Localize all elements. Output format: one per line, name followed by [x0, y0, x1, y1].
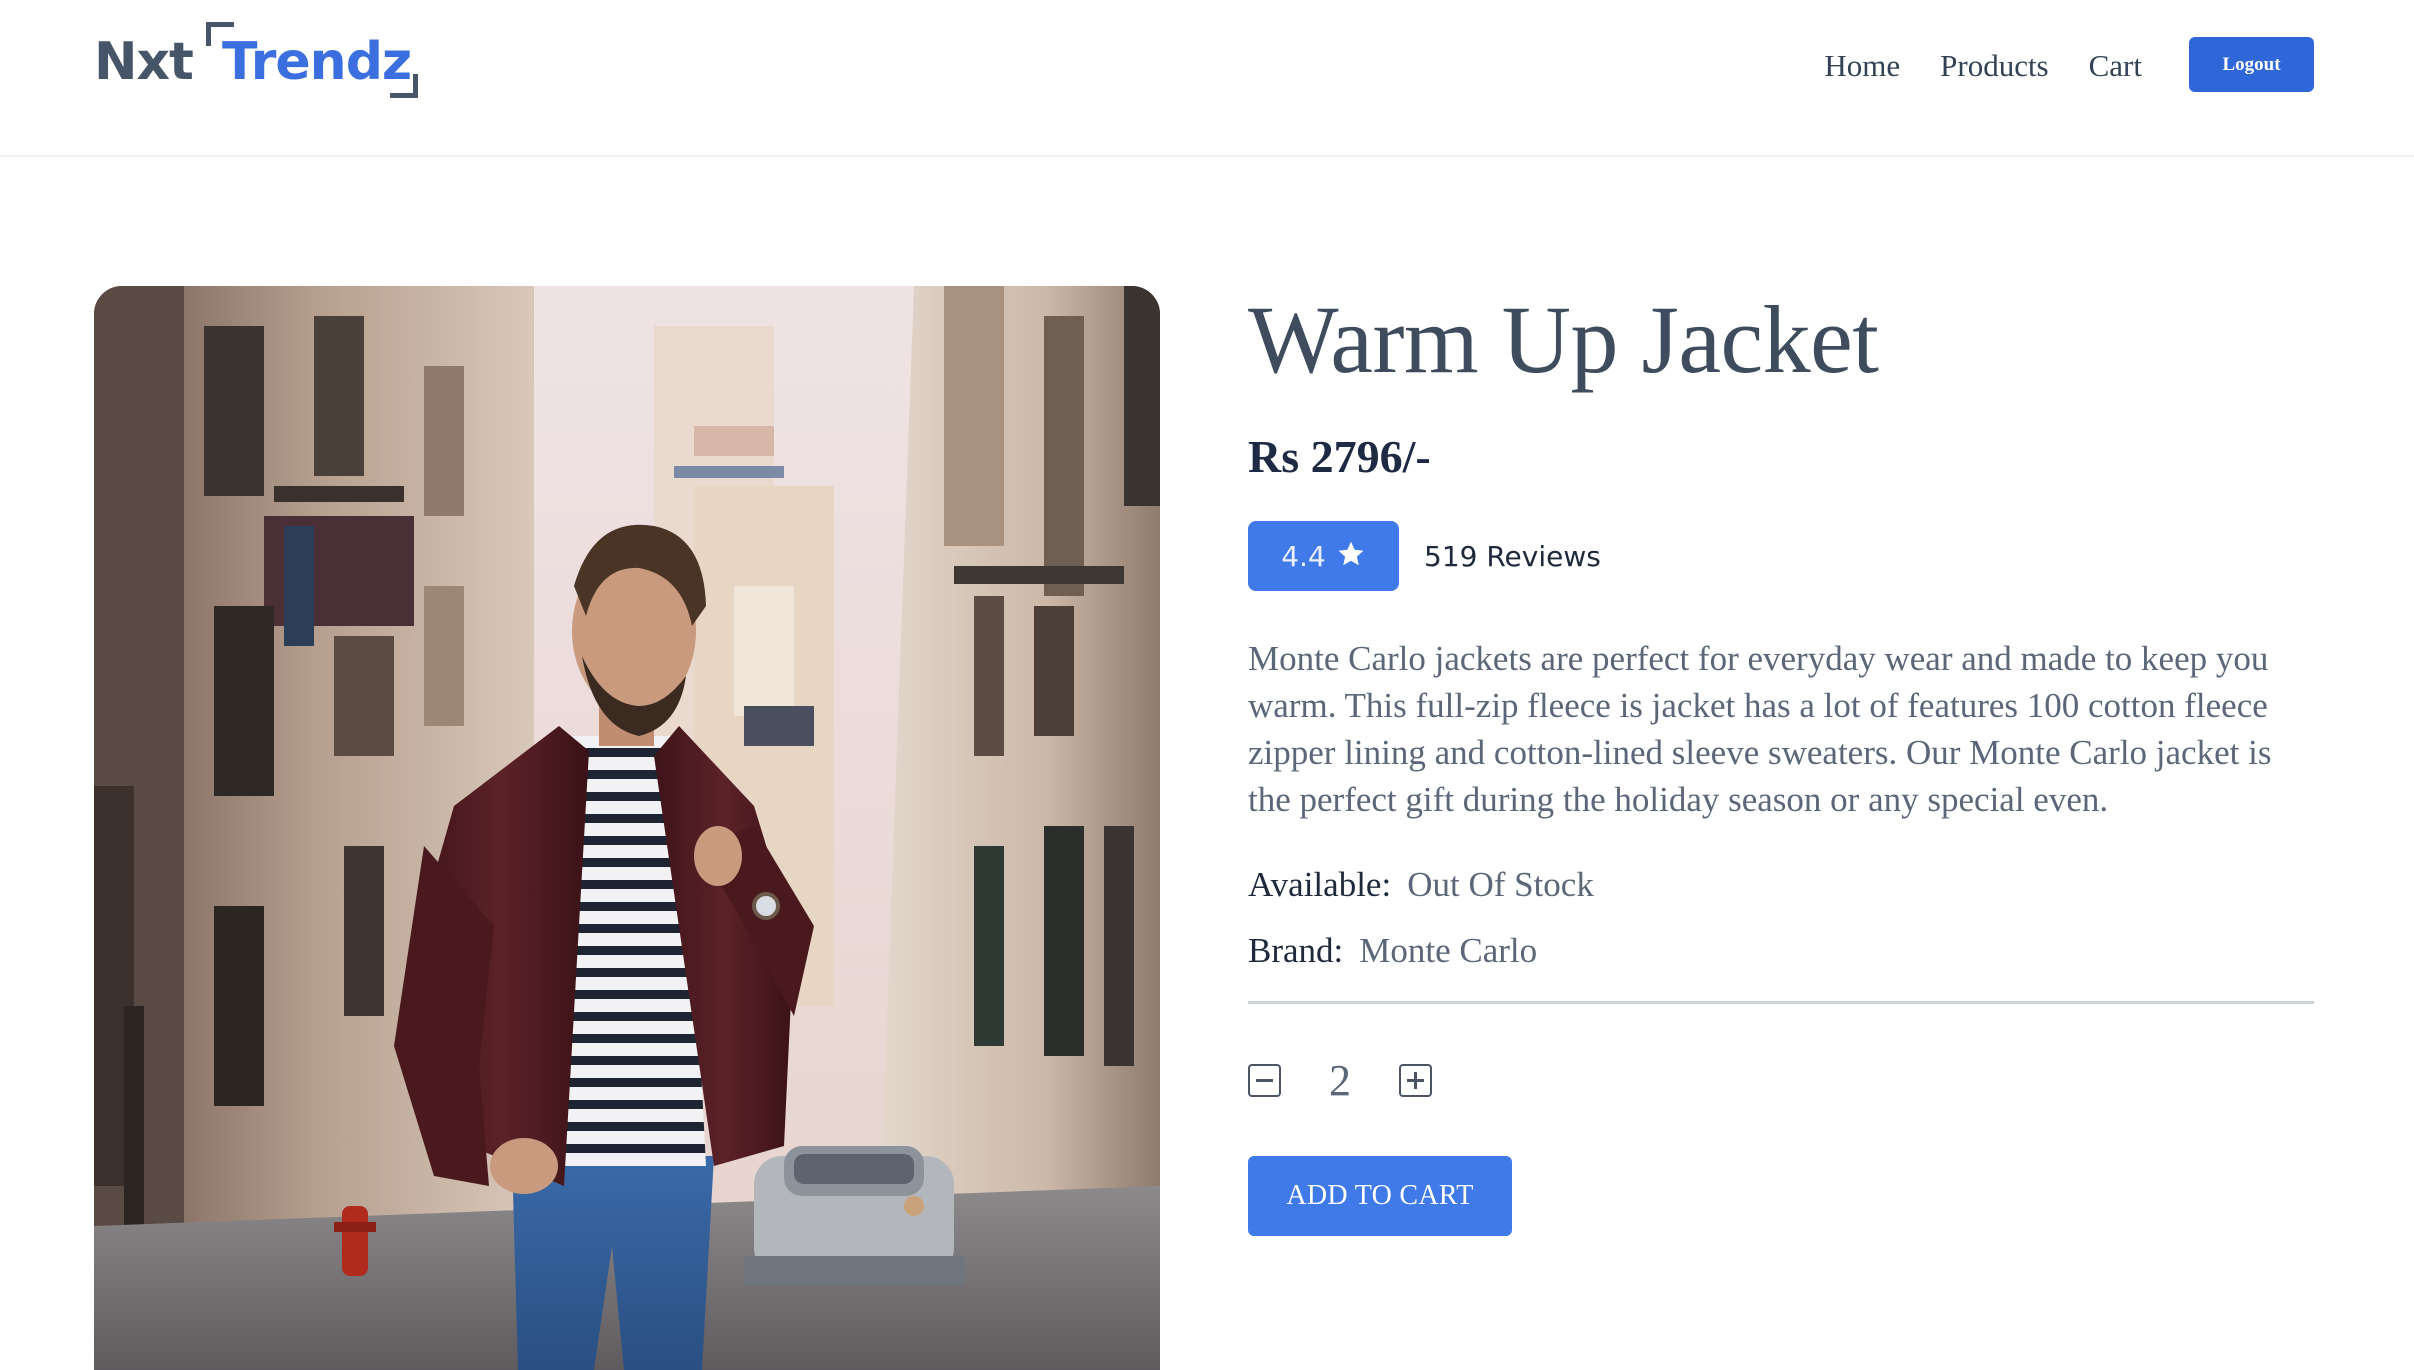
- reviews-count: 519 Reviews: [1424, 539, 1601, 573]
- product-details: Warm Up Jacket Rs 2796/- 4.4 519 Reviews…: [1248, 280, 2314, 1236]
- availability-row: Available: Out Of Stock: [1248, 865, 2314, 905]
- rating-badge: 4.4: [1248, 521, 1399, 591]
- brand-label: Brand:: [1248, 931, 1344, 970]
- logo-bracket-bottom-right: [390, 74, 418, 98]
- nav-home-link[interactable]: Home: [1824, 44, 1900, 88]
- availability-value: Out Of Stock: [1407, 865, 1594, 904]
- logo[interactable]: Nxt Trendz: [94, 22, 434, 102]
- logout-button[interactable]: Logout: [2189, 37, 2314, 92]
- brand-row: Brand: Monte Carlo: [1248, 931, 2314, 971]
- divider: [1248, 1001, 2314, 1004]
- nav-links: Home Products Cart: [1824, 44, 2142, 88]
- nav-products-link[interactable]: Products: [1940, 44, 2049, 88]
- nav-cart-link[interactable]: Cart: [2089, 44, 2142, 88]
- product-title: Warm Up Jacket: [1248, 286, 1879, 393]
- product-description: Monte Carlo jackets are perfect for ever…: [1248, 639, 2272, 819]
- navbar: Nxt Trendz Home Products Cart Logout: [0, 0, 2414, 157]
- logo-text-trendz: Trendz: [222, 32, 412, 92]
- star-icon: [1336, 539, 1366, 574]
- add-to-cart-button[interactable]: ADD TO CART: [1248, 1156, 1512, 1236]
- product-image: [94, 286, 1160, 1370]
- product-price: Rs 2796/-: [1248, 431, 1431, 482]
- logo-text-nxt: Nxt: [94, 32, 194, 92]
- plus-square-icon[interactable]: [1399, 1063, 1432, 1097]
- quantity-stepper: 2: [1248, 1056, 2314, 1105]
- rating-row: 4.4 519 Reviews: [1248, 521, 2314, 591]
- minus-square-icon[interactable]: [1248, 1063, 1281, 1097]
- rating-value: 4.4: [1281, 539, 1326, 573]
- quantity-value: 2: [1329, 1055, 1351, 1105]
- brand-value: Monte Carlo: [1359, 931, 1538, 970]
- availability-label: Available:: [1248, 865, 1392, 904]
